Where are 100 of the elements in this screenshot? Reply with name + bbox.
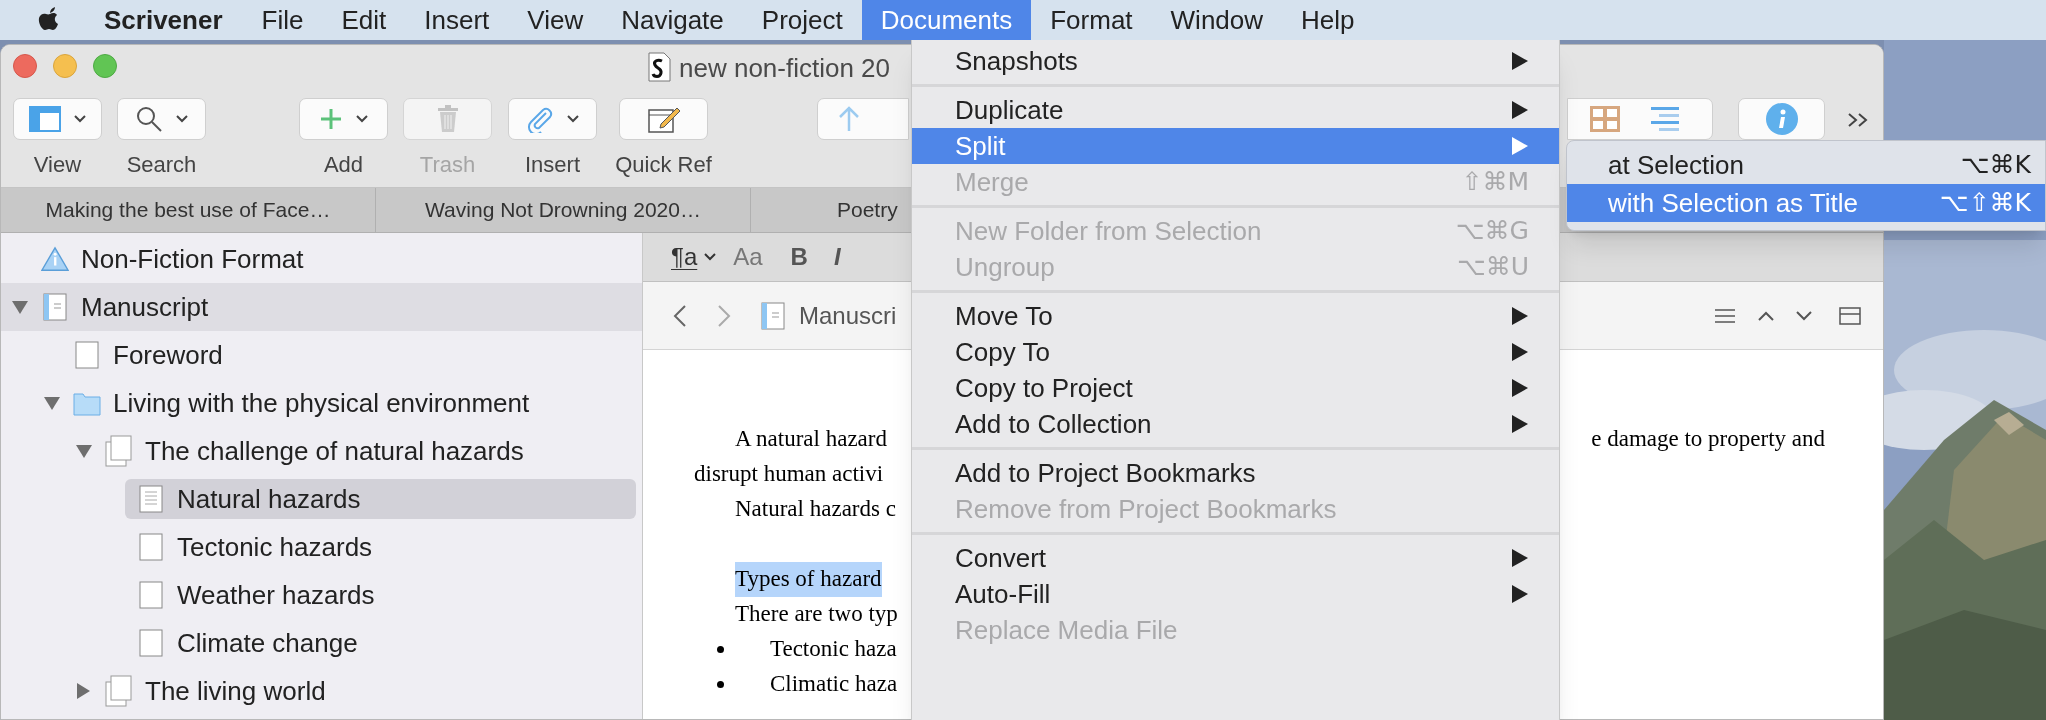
menu-item-label: Replace Media File (955, 613, 1178, 647)
menu-bar-item[interactable]: Help (1282, 0, 1374, 40)
menu-item[interactable]: Move To (912, 298, 1559, 334)
forward-icon[interactable] (717, 303, 731, 328)
plus-icon (318, 107, 343, 131)
binder-row[interactable]: Non-Fiction Format (29, 239, 636, 279)
disclosure-triangle-icon[interactable] (11, 299, 29, 315)
shortcut-label: ⌥⇧⌘K (1939, 187, 2031, 220)
menu-bar-item[interactable]: File (242, 0, 323, 40)
chevron-down-icon[interactable] (703, 252, 718, 262)
toolbar-label: Trash (419, 151, 476, 179)
shortcut-label: ⇧⌘M (1461, 166, 1529, 199)
document-tab[interactable]: Making the best use of Face… (1, 188, 376, 232)
menu-item[interactable]: Snapshots (912, 43, 1559, 79)
blank-page-icon (75, 341, 99, 369)
binder-row[interactable]: Manuscript (29, 287, 636, 327)
menu-item[interactable]: Convert (912, 540, 1559, 576)
outline-icon (1651, 105, 1679, 133)
binder-row[interactable]: Weather hazards (125, 575, 636, 615)
menu-item-label: Add to Project Bookmarks (955, 456, 1256, 490)
menu-bar-item[interactable]: Format (1031, 0, 1152, 40)
text-page-icon (139, 485, 163, 513)
menu-item[interactable]: Add to Collection (912, 406, 1559, 442)
disclosure-triangle-icon[interactable] (75, 443, 93, 459)
menu-bar-item[interactable]: Edit (322, 0, 406, 40)
quick-ref-button[interactable] (619, 98, 708, 140)
menu-item[interactable]: Copy To (912, 334, 1559, 370)
chevron-down-icon[interactable] (1795, 309, 1813, 322)
menu-item[interactable]: with Selection as Title ⌥⇧⌘K (1567, 184, 2045, 222)
menu-item[interactable]: at Selection ⌥⌘K (1567, 146, 2045, 184)
warning-info-icon (41, 246, 69, 272)
document-icon (761, 301, 785, 330)
binder-row[interactable]: Natural hazards (125, 479, 636, 519)
binder-item-label: Foreword (113, 338, 223, 372)
menu-bar-item[interactable]: Documents (861, 0, 1032, 40)
shortcut-label: ⌥⌘G (1455, 215, 1529, 248)
menu-bar-item[interactable]: View (508, 0, 603, 40)
close-button[interactable] (13, 54, 37, 78)
toolbar-label: View (33, 151, 82, 179)
text-line: A natural hazard (735, 425, 887, 454)
paperclip-icon (525, 105, 554, 133)
bullet-icon (717, 646, 724, 653)
folder-icon (73, 390, 101, 416)
info-icon (1765, 103, 1798, 135)
menu-item[interactable]: Add to Project Bookmarks (912, 455, 1559, 491)
paragraph-style-button[interactable]: ¶a (671, 239, 698, 275)
view-mode-control[interactable] (1567, 98, 1713, 140)
binder-row[interactable]: The challenge of natural hazards (93, 431, 636, 471)
disclosure-triangle-icon[interactable] (43, 395, 61, 411)
document-tab[interactable]: Poetry (751, 188, 909, 232)
chevron-down-icon[interactable] (354, 114, 369, 124)
menu-item[interactable]: Copy to Project (912, 370, 1559, 406)
selected-text: Types of hazard (735, 562, 882, 597)
list-icon[interactable] (1715, 307, 1735, 324)
overflow-chevrons-icon[interactable] (1847, 112, 1869, 128)
text-line: disrupt human activi (694, 460, 884, 489)
menu-item-label: Snapshots (955, 44, 1078, 78)
toolbar-label: Add (323, 151, 364, 179)
menu-item-label: Split (955, 129, 1006, 163)
menu-item[interactable]: Auto-Fill (912, 576, 1559, 612)
chevron-down-icon[interactable] (72, 114, 87, 124)
stacked-pages-icon (105, 675, 133, 707)
binder-item-label: Manuscript (81, 290, 209, 324)
menu-item-label: Auto-Fill (955, 577, 1051, 611)
inspector-button[interactable] (1738, 98, 1825, 140)
menu-item-label: Ungroup (955, 250, 1055, 284)
binder-row[interactable]: Climate change (125, 623, 636, 663)
document-icon (647, 52, 671, 82)
split-editor-icon[interactable] (1839, 306, 1861, 325)
binder-row[interactable]: The living world (93, 671, 636, 711)
zoom-button[interactable] (93, 54, 117, 78)
chevron-up-icon[interactable] (1757, 309, 1775, 322)
document-path[interactable]: Manuscri (799, 297, 897, 334)
document-icon (43, 293, 67, 321)
disclosure-triangle-icon[interactable] (75, 682, 91, 700)
italic-button[interactable]: I (833, 239, 841, 275)
binder-row[interactable]: Tectonic hazards (125, 527, 636, 567)
back-icon[interactable] (673, 303, 687, 328)
menu-bar-item[interactable]: Project (742, 0, 862, 40)
menu-bar-item[interactable]: Navigate (602, 0, 743, 40)
bold-button[interactable]: B (790, 239, 808, 275)
menu-bar-item[interactable]: Insert (405, 0, 509, 40)
menu-item-label: Remove from Project Bookmarks (955, 492, 1337, 526)
binder-row[interactable]: Living with the physical environment (61, 383, 636, 423)
menu-item[interactable]: Split (912, 128, 1559, 164)
toolbar-label: Quick Ref (615, 151, 712, 179)
chevron-down-icon[interactable] (174, 114, 189, 124)
binder-item-label: Climate change (177, 626, 358, 660)
app-menu[interactable]: Scrivener (84, 0, 243, 40)
menu-bar-item[interactable]: Window (1151, 0, 1283, 40)
grid-icon (1589, 105, 1621, 133)
document-tab[interactable]: Waving Not Drowning 2020… (376, 188, 751, 232)
text-line: There are two typ (735, 600, 898, 629)
menu-item-label: Duplicate (955, 93, 1064, 127)
search-button[interactable] (117, 98, 206, 140)
binder-row[interactable]: Foreword (61, 335, 636, 375)
menu-item-label: Merge (955, 165, 1029, 199)
menu-item[interactable]: Duplicate (912, 92, 1559, 128)
chevron-down-icon[interactable] (565, 114, 580, 124)
shortcut-label: ⌥⌘U (1456, 251, 1529, 284)
